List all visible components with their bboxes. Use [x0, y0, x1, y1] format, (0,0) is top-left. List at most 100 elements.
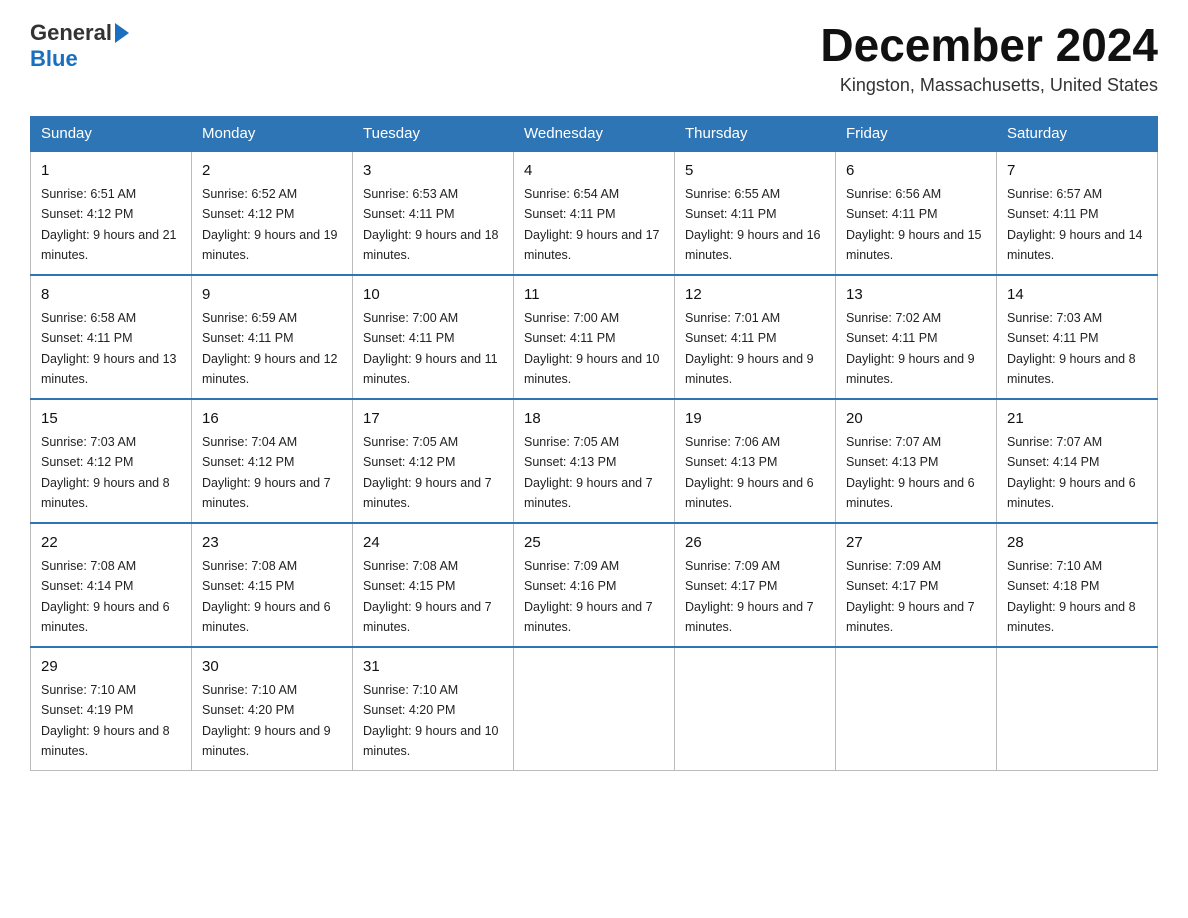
day-info: Sunrise: 7:02 AMSunset: 4:11 PMDaylight:…	[846, 311, 975, 386]
day-info: Sunrise: 6:59 AMSunset: 4:11 PMDaylight:…	[202, 311, 338, 386]
calendar-day-cell: 26 Sunrise: 7:09 AMSunset: 4:17 PMDaylig…	[675, 523, 836, 647]
day-number: 19	[685, 408, 825, 431]
day-info: Sunrise: 7:06 AMSunset: 4:13 PMDaylight:…	[685, 435, 814, 510]
calendar-day-cell	[675, 647, 836, 771]
calendar-day-cell: 14 Sunrise: 7:03 AMSunset: 4:11 PMDaylig…	[997, 275, 1158, 399]
day-number: 22	[41, 532, 181, 555]
day-number: 23	[202, 532, 342, 555]
calendar-day-cell: 2 Sunrise: 6:52 AMSunset: 4:12 PMDayligh…	[192, 151, 353, 275]
day-info: Sunrise: 7:08 AMSunset: 4:15 PMDaylight:…	[202, 559, 331, 634]
header-sunday: Sunday	[31, 116, 192, 151]
day-info: Sunrise: 7:07 AMSunset: 4:13 PMDaylight:…	[846, 435, 975, 510]
day-info: Sunrise: 7:10 AMSunset: 4:20 PMDaylight:…	[202, 683, 331, 758]
calendar-day-cell: 19 Sunrise: 7:06 AMSunset: 4:13 PMDaylig…	[675, 399, 836, 523]
day-info: Sunrise: 6:52 AMSunset: 4:12 PMDaylight:…	[202, 187, 338, 262]
calendar-day-cell: 28 Sunrise: 7:10 AMSunset: 4:18 PMDaylig…	[997, 523, 1158, 647]
day-info: Sunrise: 7:09 AMSunset: 4:16 PMDaylight:…	[524, 559, 653, 634]
calendar-week-row: 1 Sunrise: 6:51 AMSunset: 4:12 PMDayligh…	[31, 151, 1158, 275]
logo: General Blue	[30, 20, 129, 72]
calendar-day-cell: 25 Sunrise: 7:09 AMSunset: 4:16 PMDaylig…	[514, 523, 675, 647]
day-number: 25	[524, 532, 664, 555]
calendar-day-cell: 8 Sunrise: 6:58 AMSunset: 4:11 PMDayligh…	[31, 275, 192, 399]
title-section: December 2024 Kingston, Massachusetts, U…	[820, 20, 1158, 96]
day-info: Sunrise: 7:09 AMSunset: 4:17 PMDaylight:…	[846, 559, 975, 634]
day-number: 29	[41, 656, 181, 679]
calendar-day-cell: 30 Sunrise: 7:10 AMSunset: 4:20 PMDaylig…	[192, 647, 353, 771]
day-number: 2	[202, 160, 342, 183]
header-tuesday: Tuesday	[353, 116, 514, 151]
header-wednesday: Wednesday	[514, 116, 675, 151]
day-info: Sunrise: 7:05 AMSunset: 4:12 PMDaylight:…	[363, 435, 492, 510]
day-info: Sunrise: 7:03 AMSunset: 4:12 PMDaylight:…	[41, 435, 170, 510]
day-number: 26	[685, 532, 825, 555]
day-info: Sunrise: 7:08 AMSunset: 4:15 PMDaylight:…	[363, 559, 492, 634]
calendar-day-cell: 20 Sunrise: 7:07 AMSunset: 4:13 PMDaylig…	[836, 399, 997, 523]
logo-blue: Blue	[30, 46, 78, 72]
day-number: 18	[524, 408, 664, 431]
day-number: 3	[363, 160, 503, 183]
day-info: Sunrise: 6:55 AMSunset: 4:11 PMDaylight:…	[685, 187, 821, 262]
calendar-week-row: 29 Sunrise: 7:10 AMSunset: 4:19 PMDaylig…	[31, 647, 1158, 771]
logo-arrow-icon	[115, 23, 129, 43]
day-info: Sunrise: 7:08 AMSunset: 4:14 PMDaylight:…	[41, 559, 170, 634]
day-number: 31	[363, 656, 503, 679]
day-number: 1	[41, 160, 181, 183]
day-info: Sunrise: 6:58 AMSunset: 4:11 PMDaylight:…	[41, 311, 177, 386]
day-number: 9	[202, 284, 342, 307]
page-header: General Blue December 2024 Kingston, Mas…	[30, 20, 1158, 96]
header-friday: Friday	[836, 116, 997, 151]
calendar-day-cell: 23 Sunrise: 7:08 AMSunset: 4:15 PMDaylig…	[192, 523, 353, 647]
calendar-day-cell: 11 Sunrise: 7:00 AMSunset: 4:11 PMDaylig…	[514, 275, 675, 399]
day-number: 30	[202, 656, 342, 679]
calendar-day-cell: 22 Sunrise: 7:08 AMSunset: 4:14 PMDaylig…	[31, 523, 192, 647]
day-number: 24	[363, 532, 503, 555]
calendar-day-cell: 27 Sunrise: 7:09 AMSunset: 4:17 PMDaylig…	[836, 523, 997, 647]
calendar-week-row: 15 Sunrise: 7:03 AMSunset: 4:12 PMDaylig…	[31, 399, 1158, 523]
calendar-day-cell: 29 Sunrise: 7:10 AMSunset: 4:19 PMDaylig…	[31, 647, 192, 771]
day-number: 11	[524, 284, 664, 307]
day-number: 21	[1007, 408, 1147, 431]
day-info: Sunrise: 7:04 AMSunset: 4:12 PMDaylight:…	[202, 435, 331, 510]
header-monday: Monday	[192, 116, 353, 151]
calendar-day-cell: 7 Sunrise: 6:57 AMSunset: 4:11 PMDayligh…	[997, 151, 1158, 275]
day-number: 5	[685, 160, 825, 183]
day-number: 27	[846, 532, 986, 555]
day-number: 6	[846, 160, 986, 183]
day-number: 28	[1007, 532, 1147, 555]
calendar-day-cell: 18 Sunrise: 7:05 AMSunset: 4:13 PMDaylig…	[514, 399, 675, 523]
day-number: 12	[685, 284, 825, 307]
day-info: Sunrise: 6:51 AMSunset: 4:12 PMDaylight:…	[41, 187, 177, 262]
day-info: Sunrise: 7:07 AMSunset: 4:14 PMDaylight:…	[1007, 435, 1136, 510]
day-info: Sunrise: 7:10 AMSunset: 4:18 PMDaylight:…	[1007, 559, 1136, 634]
day-number: 15	[41, 408, 181, 431]
location-title: Kingston, Massachusetts, United States	[820, 75, 1158, 96]
logo-general: General	[30, 20, 112, 46]
calendar-day-cell	[997, 647, 1158, 771]
day-info: Sunrise: 7:00 AMSunset: 4:11 PMDaylight:…	[524, 311, 660, 386]
calendar-day-cell: 5 Sunrise: 6:55 AMSunset: 4:11 PMDayligh…	[675, 151, 836, 275]
day-info: Sunrise: 7:10 AMSunset: 4:19 PMDaylight:…	[41, 683, 170, 758]
calendar-day-cell: 10 Sunrise: 7:00 AMSunset: 4:11 PMDaylig…	[353, 275, 514, 399]
calendar-day-cell: 17 Sunrise: 7:05 AMSunset: 4:12 PMDaylig…	[353, 399, 514, 523]
month-title: December 2024	[820, 20, 1158, 71]
calendar-day-cell: 24 Sunrise: 7:08 AMSunset: 4:15 PMDaylig…	[353, 523, 514, 647]
calendar-day-cell	[514, 647, 675, 771]
day-number: 20	[846, 408, 986, 431]
calendar-day-cell: 6 Sunrise: 6:56 AMSunset: 4:11 PMDayligh…	[836, 151, 997, 275]
day-info: Sunrise: 6:56 AMSunset: 4:11 PMDaylight:…	[846, 187, 982, 262]
day-number: 7	[1007, 160, 1147, 183]
day-info: Sunrise: 7:03 AMSunset: 4:11 PMDaylight:…	[1007, 311, 1136, 386]
day-number: 10	[363, 284, 503, 307]
day-info: Sunrise: 7:09 AMSunset: 4:17 PMDaylight:…	[685, 559, 814, 634]
calendar-day-cell: 15 Sunrise: 7:03 AMSunset: 4:12 PMDaylig…	[31, 399, 192, 523]
calendar-week-row: 8 Sunrise: 6:58 AMSunset: 4:11 PMDayligh…	[31, 275, 1158, 399]
day-info: Sunrise: 7:00 AMSunset: 4:11 PMDaylight:…	[363, 311, 498, 386]
day-info: Sunrise: 7:10 AMSunset: 4:20 PMDaylight:…	[363, 683, 499, 758]
calendar-week-row: 22 Sunrise: 7:08 AMSunset: 4:14 PMDaylig…	[31, 523, 1158, 647]
calendar-day-cell: 12 Sunrise: 7:01 AMSunset: 4:11 PMDaylig…	[675, 275, 836, 399]
calendar-day-cell: 9 Sunrise: 6:59 AMSunset: 4:11 PMDayligh…	[192, 275, 353, 399]
header-thursday: Thursday	[675, 116, 836, 151]
calendar-day-cell: 4 Sunrise: 6:54 AMSunset: 4:11 PMDayligh…	[514, 151, 675, 275]
day-number: 16	[202, 408, 342, 431]
day-info: Sunrise: 7:01 AMSunset: 4:11 PMDaylight:…	[685, 311, 814, 386]
